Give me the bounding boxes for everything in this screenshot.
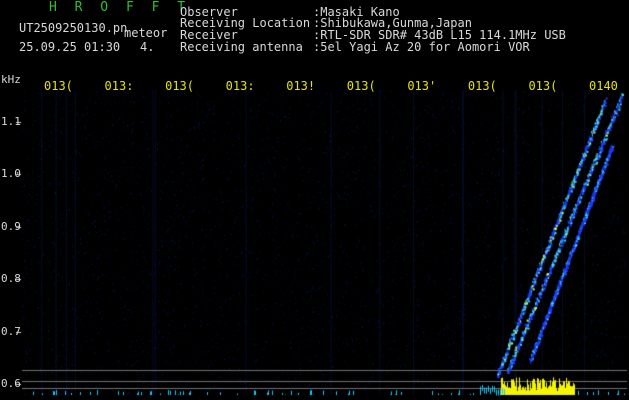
filename-label: UT2509250130.pn [19, 21, 128, 35]
antenna-key: Receiving antenna [180, 40, 303, 54]
x-tick-label: 013' [407, 79, 437, 93]
x-tick-label: 013( [44, 79, 73, 93]
event-tag-label: meteor [124, 26, 168, 40]
x-tick-label: 013: [225, 79, 255, 93]
x-tick-label: 013( [467, 79, 497, 93]
y-unit-label: kHz [1, 73, 21, 86]
y-tick-label: 0.8 [1, 272, 21, 286]
x-tick-label: 013( [165, 79, 195, 93]
y-tick-label: 1.1 [1, 114, 21, 128]
x-tick-label: 0140 [589, 79, 618, 93]
datetime-label: 25.09.25 01:30 [19, 40, 121, 54]
y-tick-label: 0.9 [1, 219, 21, 233]
y-tick-label: 0.6 [1, 377, 21, 391]
x-tick-label: 013( [346, 79, 376, 93]
spectrogram-canvas [0, 0, 629, 400]
antenna-value: :5el Yagi Az 20 for Aomori VOR [313, 40, 530, 54]
x-tick-label: 013! [286, 79, 316, 93]
x-tick-label: 013( [528, 79, 558, 93]
y-tick-label: 0.7 [1, 324, 21, 338]
app-title: H R O F F T [49, 0, 191, 15]
index-label: 4. [140, 40, 155, 54]
x-tick-label: 013: [104, 79, 134, 93]
y-tick-label: 1.0 [1, 167, 21, 181]
